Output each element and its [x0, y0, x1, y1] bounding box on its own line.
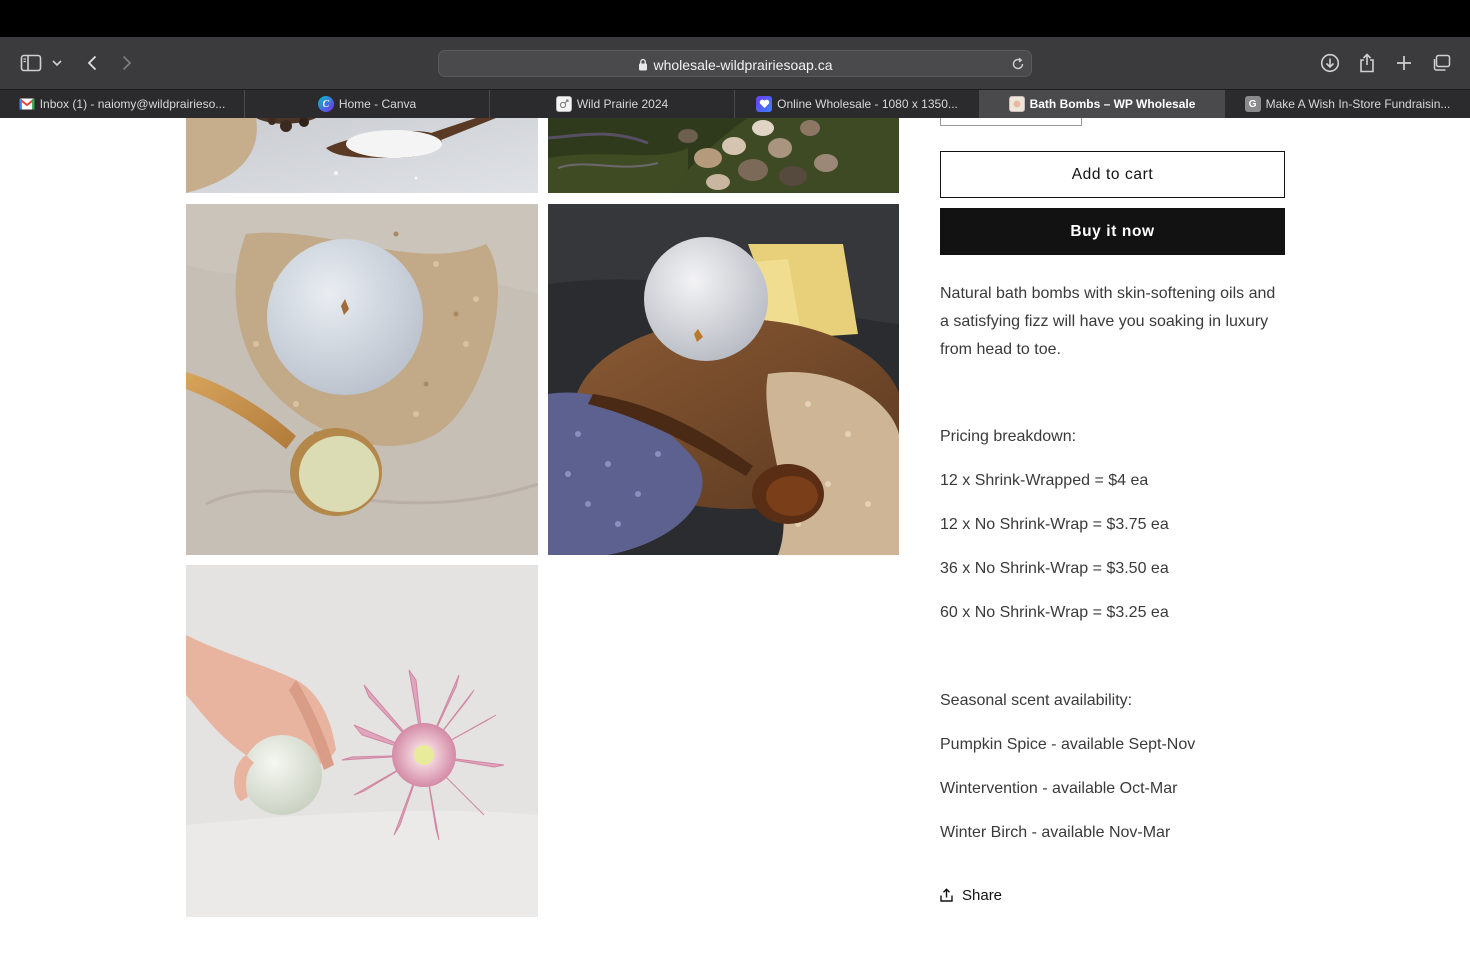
tab-bath-bombs[interactable]: Bath Bombs – WP Wholesale [980, 90, 1225, 118]
bath-bomb-photo-oats-spoon[interactable] [186, 204, 538, 555]
lock-icon [638, 58, 648, 71]
forward-arrow-icon[interactable] [117, 50, 137, 76]
canva-icon: C [317, 96, 334, 112]
add-to-cart-button[interactable]: Add to cart [940, 151, 1285, 198]
browser-toolbar: wholesale-wildprairiesoap.ca [0, 37, 1470, 89]
store-icon [1008, 96, 1025, 112]
address-bar[interactable]: wholesale-wildprairiesoap.ca [438, 50, 1032, 77]
seasonal-heading: Seasonal scent availability: [940, 692, 1133, 709]
new-tab-plus-icon[interactable] [1393, 50, 1415, 76]
tab-title: Wild Prairie 2024 [576, 97, 669, 111]
tab-title: Bath Bombs – WP Wholesale [1029, 97, 1196, 111]
tab-title: Home - Canva [338, 97, 417, 111]
pricing-line: 36 x No Shrink-Wrap = $3.50 ea [940, 560, 1169, 577]
back-arrow-icon[interactable] [82, 50, 102, 76]
pricing-heading: Pricing breakdown: [940, 428, 1077, 445]
url-text: wholesale-wildprairiesoap.ca [653, 56, 833, 73]
tab-gmail[interactable]: Inbox (1) - naiomy@wildprairieso... [0, 90, 245, 118]
seasonal-line: Pumpkin Spice - available Sept-Nov [940, 736, 1196, 753]
bath-bomb-photo-hand-flower[interactable] [186, 565, 538, 917]
tab-title: Make A Wish In-Store Fundraisin... [1265, 97, 1451, 111]
bath-bomb-photo-salt-scoop[interactable] [186, 118, 538, 193]
buy-it-now-button[interactable]: Buy it now [940, 208, 1285, 255]
sidebar-toggle-icon[interactable] [18, 50, 44, 76]
tab-strip: Inbox (1) - naiomy@wildprairieso... C Ho… [0, 89, 1470, 118]
heart-icon [756, 96, 773, 112]
tab-title: Inbox (1) - naiomy@wildprairieso... [39, 97, 226, 111]
product-page: Add to cart Buy it now Natural bath bomb… [0, 118, 1470, 956]
share-label: Share [962, 886, 1003, 904]
share-button[interactable]: Share [940, 885, 1002, 905]
tab-canva[interactable]: C Home - Canva [245, 90, 490, 118]
share-icon [940, 888, 953, 902]
tab-online-wholesale[interactable]: Online Wholesale - 1080 x 1350... [735, 90, 980, 118]
tab-wild-prairie-2024[interactable]: Wild Prairie 2024 [490, 90, 735, 118]
quantity-box-edge [940, 118, 1082, 126]
pricing-line: 60 x No Shrink-Wrap = $3.25 ea [940, 604, 1169, 621]
downloads-icon[interactable] [1318, 50, 1342, 76]
tab-title: Online Wholesale - 1080 x 1350... [777, 97, 958, 111]
g-letter-icon: G [1244, 96, 1261, 112]
bath-bomb-photo-stones[interactable] [548, 118, 899, 193]
share-toolbar-icon[interactable] [1356, 50, 1378, 76]
document-icon [555, 96, 572, 112]
menu-bar [0, 0, 1470, 37]
tab-make-a-wish[interactable]: G Make A Wish In-Store Fundraisin... [1225, 90, 1470, 118]
bath-bomb-photo-lavender-board[interactable] [548, 204, 899, 555]
pricing-line: 12 x No Shrink-Wrap = $3.75 ea [940, 516, 1169, 533]
tab-overview-icon[interactable] [1430, 50, 1452, 76]
seasonal-line: Winter Birch - available Nov-Mar [940, 824, 1171, 841]
reload-icon[interactable] [1009, 55, 1027, 73]
gmail-icon [19, 96, 35, 112]
product-description: Natural bath bombs with skin-softening o… [940, 285, 1276, 358]
chevron-down-icon[interactable] [50, 50, 64, 76]
pricing-line: 12 x Shrink-Wrapped = $4 ea [940, 472, 1149, 489]
seasonal-line: Wintervention - available Oct-Mar [940, 780, 1178, 797]
